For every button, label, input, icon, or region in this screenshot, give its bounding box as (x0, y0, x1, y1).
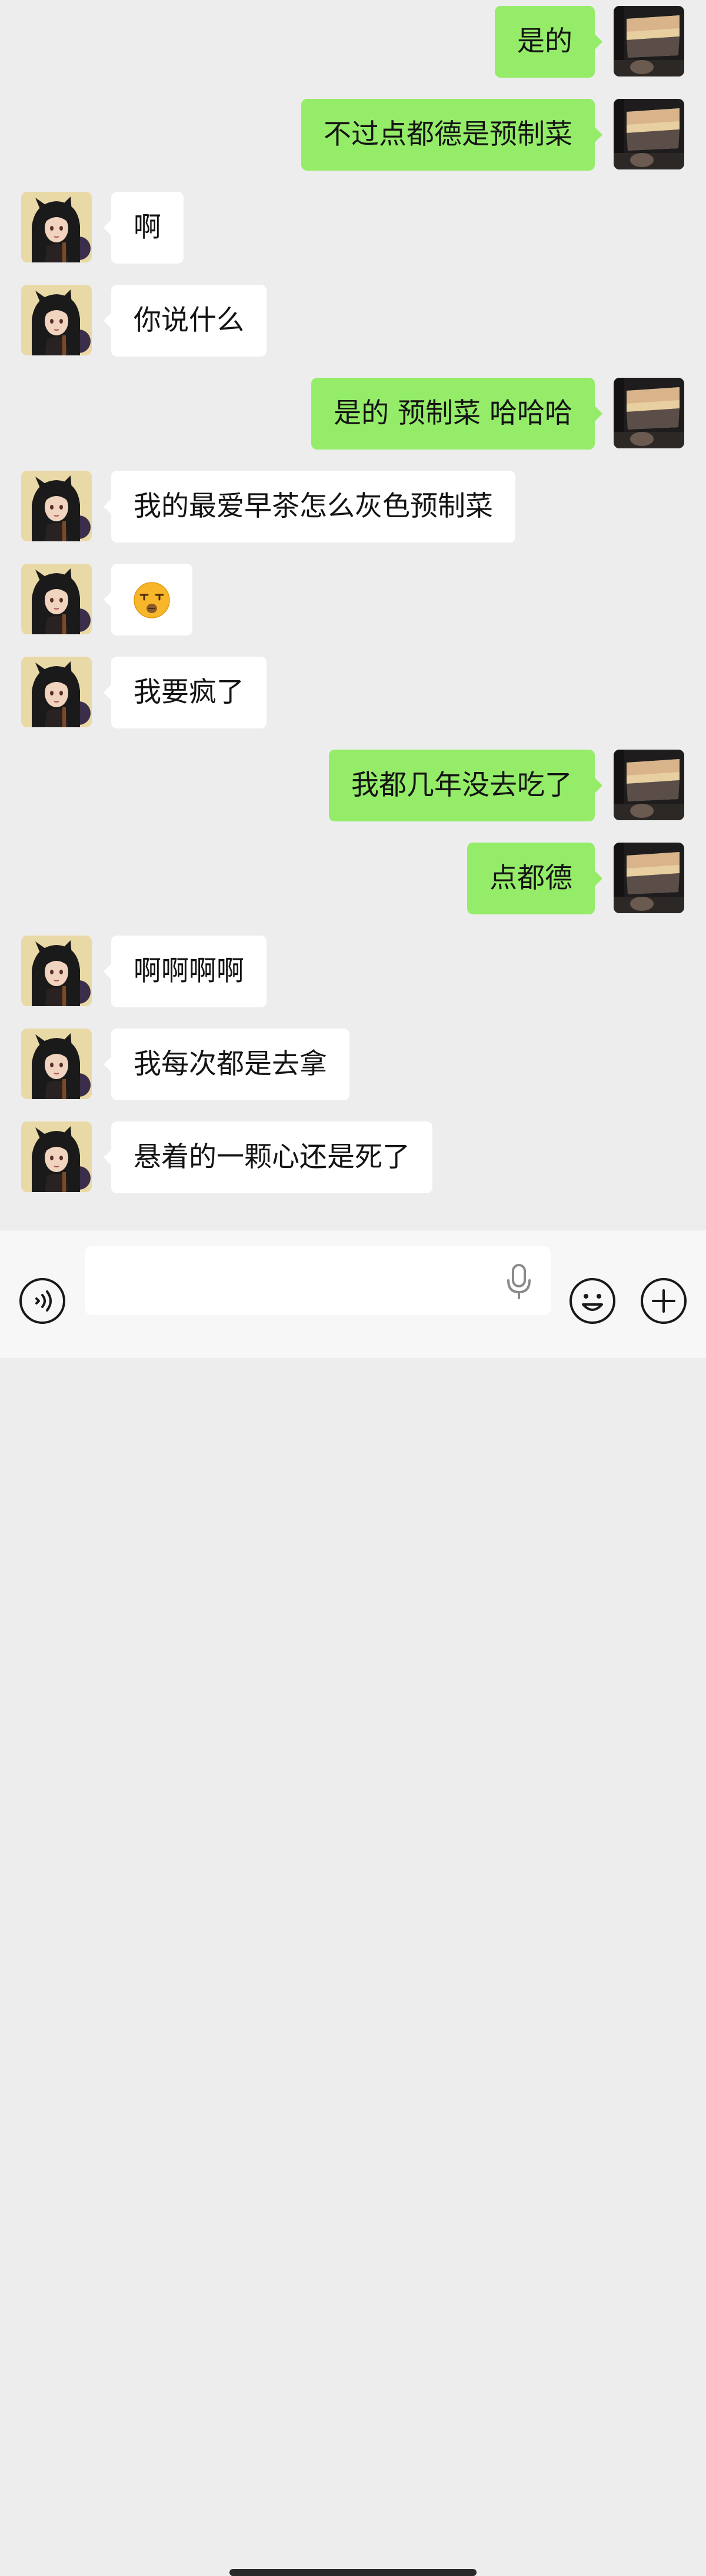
message-row-incoming (0, 564, 706, 635)
message-bubble-incoming[interactable]: 你说什么 (104, 285, 267, 357)
anime-girl-avatar-icon (21, 936, 92, 1006)
chat-message-list[interactable]: 是的 不过点都德是预制菜 啊 你说什么 是的 预制菜 哈哈哈 我的最爱早茶怎么灰… (0, 0, 706, 1230)
contact-avatar[interactable] (21, 285, 92, 355)
car-window-sunset-avatar-icon (614, 843, 684, 913)
anime-girl-avatar-icon (21, 285, 92, 355)
message-text: 我要疯了 (134, 676, 244, 708)
message-bubble-incoming[interactable]: 我要疯了 (104, 657, 267, 728)
message-bubble-outgoing[interactable]: 我都几年没去吃了 (329, 750, 602, 821)
emoji-icon[interactable] (569, 1277, 616, 1324)
car-window-sunset-avatar-icon (614, 378, 684, 448)
message-row-incoming: 我每次都是去拿 (0, 1029, 706, 1100)
car-window-sunset-avatar-icon (614, 750, 684, 820)
contact-avatar[interactable] (21, 936, 92, 1006)
plus-icon[interactable] (640, 1277, 687, 1324)
message-row-incoming: 啊啊啊啊 (0, 936, 706, 1007)
anime-girl-avatar-icon (21, 564, 92, 634)
message-row-outgoing: 不过点都德是预制菜 (0, 99, 706, 171)
message-bubble-incoming[interactable]: 悬着的一颗心还是死了 (104, 1121, 432, 1193)
message-text: 啊啊啊啊 (134, 955, 244, 987)
message-text: 不过点都德是预制菜 (324, 118, 572, 151)
message-text: 你说什么 (134, 304, 244, 337)
message-text: 啊 (134, 211, 161, 244)
home-indicator[interactable] (229, 2569, 477, 2576)
my-avatar[interactable] (614, 378, 684, 448)
message-bubble-outgoing[interactable]: 是的 (495, 6, 602, 78)
speechless-face-emoji-icon (134, 582, 170, 618)
message-bubble-incoming[interactable]: 我的最爱早茶怎么灰色预制菜 (104, 471, 515, 543)
message-text: 悬着的一颗心还是死了 (134, 1141, 410, 1173)
message-row-outgoing: 点都德 (0, 843, 706, 914)
contact-avatar[interactable] (21, 1121, 92, 1192)
message-bubble-outgoing[interactable]: 是的 预制菜 哈哈哈 (311, 378, 602, 450)
contact-avatar[interactable] (21, 657, 92, 727)
car-window-sunset-avatar-icon (614, 6, 684, 76)
chat-input-bar (0, 1230, 706, 2576)
anime-girl-avatar-icon (21, 1121, 92, 1192)
message-bubble-outgoing[interactable]: 不过点都德是预制菜 (301, 99, 602, 171)
anime-girl-avatar-icon (21, 192, 92, 262)
my-avatar[interactable] (614, 6, 684, 76)
message-row-incoming: 我要疯了 (0, 657, 706, 728)
message-text: 我都几年没去吃了 (351, 769, 572, 801)
message-row-outgoing: 是的 (0, 6, 706, 78)
anime-girl-avatar-icon (21, 657, 92, 727)
message-text: 我每次都是去拿 (134, 1048, 327, 1080)
anime-girl-avatar-icon (21, 1029, 92, 1099)
contact-avatar[interactable] (21, 564, 92, 634)
contact-avatar[interactable] (21, 471, 92, 541)
message-row-incoming: 你说什么 (0, 285, 706, 357)
message-bubble-incoming[interactable]: 啊啊啊啊 (104, 936, 267, 1007)
message-text: 是的 (517, 25, 572, 58)
microphone-icon[interactable] (501, 1263, 537, 1302)
message-text: 点都德 (489, 862, 572, 894)
message-bubble-outgoing[interactable]: 点都德 (467, 843, 602, 914)
voice-mode-icon[interactable] (19, 1277, 66, 1324)
my-avatar[interactable] (614, 843, 684, 913)
message-bubble-incoming[interactable]: 啊 (104, 192, 184, 264)
message-row-incoming: 我的最爱早茶怎么灰色预制菜 (0, 471, 706, 543)
message-row-incoming: 悬着的一颗心还是死了 (0, 1121, 706, 1193)
message-row-outgoing: 是的 预制菜 哈哈哈 (0, 378, 706, 450)
message-text: 是的 预制菜 哈哈哈 (334, 397, 572, 430)
message-text: 我的最爱早茶怎么灰色预制菜 (134, 490, 493, 522)
anime-girl-avatar-icon (21, 471, 92, 541)
message-bubble-incoming[interactable] (104, 564, 192, 635)
my-avatar[interactable] (614, 99, 684, 169)
message-row-outgoing: 我都几年没去吃了 (0, 750, 706, 821)
car-window-sunset-avatar-icon (614, 99, 684, 169)
message-text-input[interactable] (85, 1246, 551, 1315)
my-avatar[interactable] (614, 750, 684, 820)
message-row-incoming: 啊 (0, 192, 706, 264)
message-bubble-incoming[interactable]: 我每次都是去拿 (104, 1029, 349, 1100)
contact-avatar[interactable] (21, 192, 92, 262)
contact-avatar[interactable] (21, 1029, 92, 1099)
